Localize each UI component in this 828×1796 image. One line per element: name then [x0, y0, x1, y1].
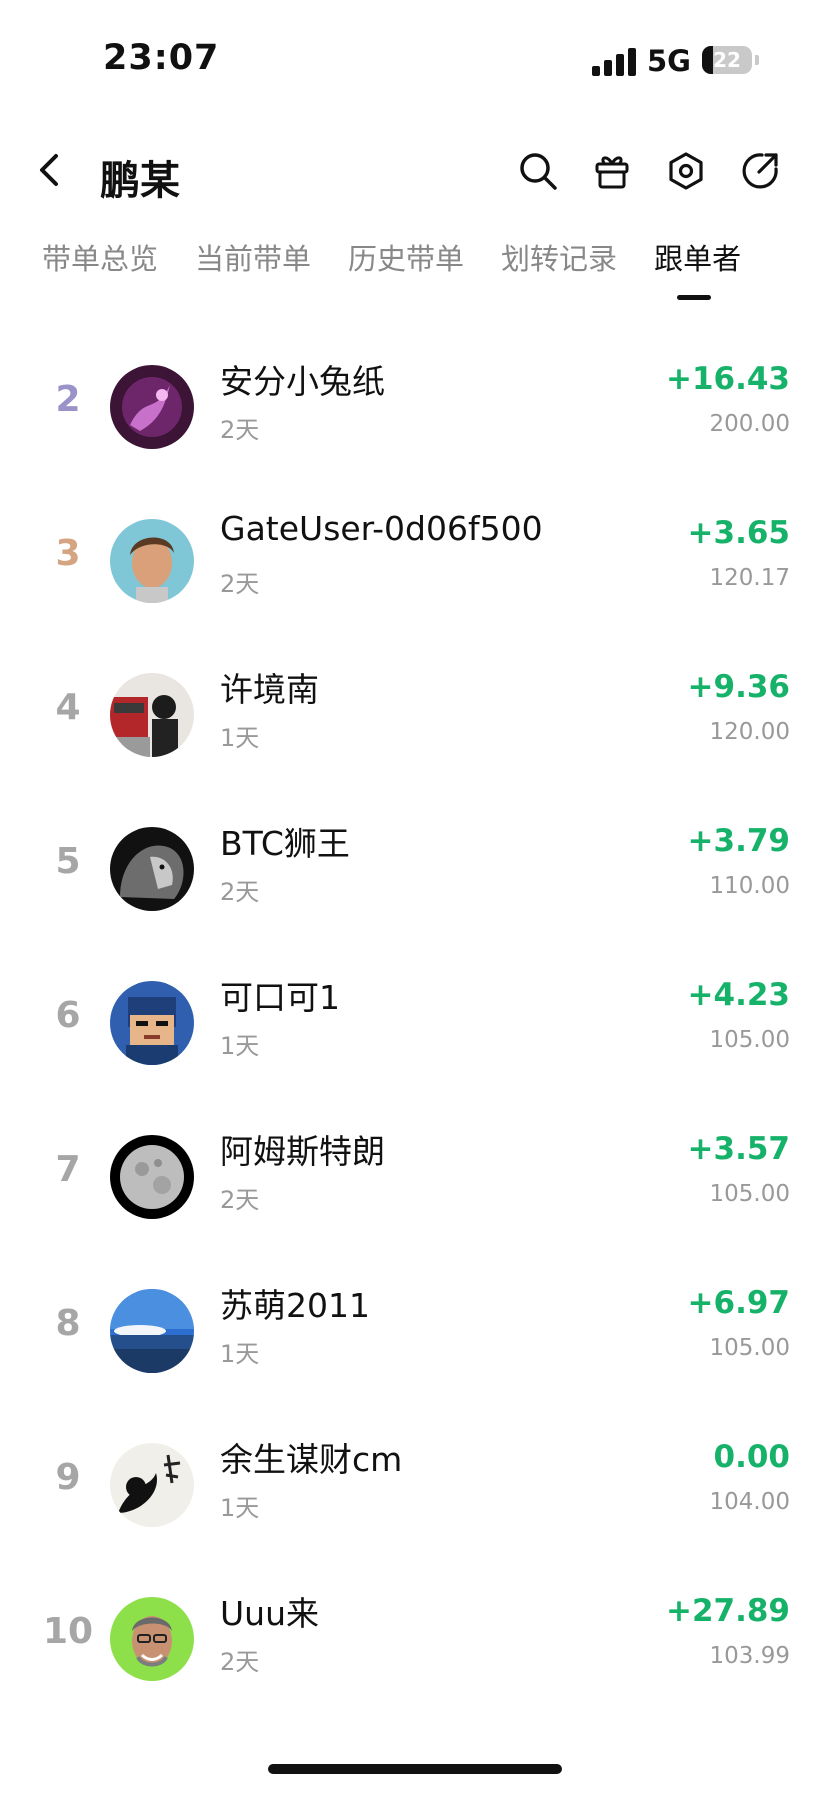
rank-number: 2 — [55, 379, 81, 420]
list-item[interactable]: 7 阿姆斯特朗 2天 +3.57 105.00 — [0, 1093, 828, 1247]
avatar — [110, 519, 194, 603]
status-time: 23:07 — [103, 38, 220, 78]
battery-tip — [755, 55, 759, 65]
list-item[interactable]: 3 GateUser-0d06f500 2天 +3.65 120.17 — [0, 477, 828, 631]
list-item[interactable]: 4 许境南 1天 +9.36 120.00 — [0, 631, 828, 785]
gift-icon[interactable] — [592, 151, 632, 191]
pnl-value: +3.79 — [687, 823, 790, 859]
follow-days: 1天 — [220, 1340, 260, 1368]
list-item[interactable]: 10 Uuu来 2天 +27.89 103.99 — [0, 1555, 828, 1709]
follow-amount: 103.99 — [709, 1643, 790, 1669]
pnl-value: +6.97 — [687, 1285, 790, 1321]
tab-current-orders[interactable]: 当前带单 — [195, 236, 311, 278]
tab-overview[interactable]: 带单总览 — [42, 236, 158, 278]
follow-days: 2天 — [220, 570, 260, 598]
avatar — [110, 1289, 194, 1373]
follower-name: 苏萌2011 — [220, 1286, 370, 1325]
follower-name: 许境南 — [220, 670, 319, 709]
avatar — [110, 365, 194, 449]
follow-days: 2天 — [220, 878, 260, 906]
list-item[interactable]: 2 安分小兔纸 2天 +16.43 200.00 — [0, 323, 828, 477]
settings-hexagon-icon[interactable] — [666, 151, 706, 191]
signal-icon — [592, 46, 636, 76]
follow-amount: 105.00 — [709, 1335, 790, 1361]
follow-days: 2天 — [220, 1186, 260, 1214]
pnl-value: +3.57 — [687, 1131, 790, 1167]
follow-amount: 110.00 — [709, 873, 790, 899]
home-indicator[interactable] — [268, 1764, 562, 1774]
avatar — [110, 981, 194, 1065]
active-tab-indicator — [677, 295, 711, 300]
rank-number: 3 — [55, 533, 81, 574]
follower-name: 阿姆斯特朗 — [220, 1132, 385, 1171]
list-item[interactable]: 8 苏萌2011 1天 +6.97 105.00 — [0, 1247, 828, 1401]
follower-name: 可口可1 — [220, 978, 340, 1017]
follower-name: 余生谋财cm — [220, 1440, 403, 1479]
follow-amount: 104.00 — [709, 1489, 790, 1515]
battery-level: 22 — [713, 48, 741, 72]
page-title: 鹏某 — [100, 158, 180, 204]
follow-amount: 105.00 — [709, 1181, 790, 1207]
follow-days: 2天 — [220, 416, 260, 444]
tab-transfer-records[interactable]: 划转记录 — [501, 236, 617, 278]
follow-amount: 200.00 — [709, 411, 790, 437]
followers-list: 2 安分小兔纸 2天 +16.43 200.00 3 GateUser-0d06… — [0, 323, 828, 1709]
rank-number: 9 — [55, 1457, 81, 1498]
rank-number: 7 — [55, 1149, 81, 1190]
back-arrow-icon[interactable] — [36, 150, 66, 190]
rank-number: 6 — [55, 995, 81, 1036]
list-item[interactable]: 6 可口可1 1天 +4.23 105.00 — [0, 939, 828, 1093]
follower-name: GateUser-0d06f500 — [220, 509, 543, 548]
rank-number: 5 — [55, 841, 81, 882]
pnl-value: 0.00 — [713, 1439, 791, 1475]
pnl-value: +16.43 — [665, 361, 790, 397]
avatar — [110, 1135, 194, 1219]
follow-amount: 120.17 — [709, 565, 790, 591]
avatar — [110, 1597, 194, 1681]
pnl-value: +4.23 — [687, 977, 790, 1013]
follow-days: 1天 — [220, 724, 260, 752]
avatar — [110, 827, 194, 911]
search-icon[interactable] — [518, 151, 558, 191]
avatar — [110, 1443, 194, 1527]
pnl-value: +27.89 — [665, 1593, 790, 1629]
network-type: 5G — [647, 44, 691, 78]
pnl-value: +9.36 — [687, 669, 790, 705]
list-item[interactable]: 5 BTC狮王 2天 +3.79 110.00 — [0, 785, 828, 939]
list-item[interactable]: 9 余生谋财cm 1天 0.00 104.00 — [0, 1401, 828, 1555]
follow-days: 1天 — [220, 1494, 260, 1522]
follow-amount: 120.00 — [709, 719, 790, 745]
follow-days: 1天 — [220, 1032, 260, 1060]
follower-name: BTC狮王 — [220, 824, 350, 863]
rank-number: 10 — [42, 1611, 94, 1652]
rank-number: 4 — [55, 687, 81, 728]
tab-history-orders[interactable]: 历史带单 — [348, 236, 464, 278]
pnl-value: +3.65 — [687, 515, 790, 551]
rank-number: 8 — [55, 1303, 81, 1344]
tab-bar: 带单总览 当前带单 历史带单 划转记录 跟单者 — [42, 236, 778, 278]
follow-days: 2天 — [220, 1648, 260, 1676]
share-icon[interactable] — [740, 151, 780, 191]
follower-name: 安分小兔纸 — [220, 362, 385, 401]
battery-icon: 22 — [702, 46, 752, 74]
tab-followers[interactable]: 跟单者 — [654, 236, 741, 278]
avatar — [110, 673, 194, 757]
follower-name: Uuu来 — [220, 1594, 319, 1633]
follow-amount: 105.00 — [709, 1027, 790, 1053]
